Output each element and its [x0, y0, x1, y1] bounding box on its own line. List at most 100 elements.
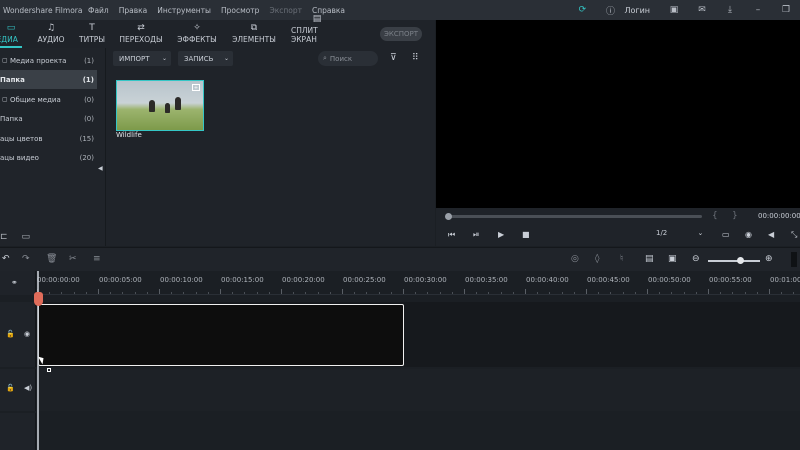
ruler-minor-tick [598, 292, 600, 294]
scrubber-knob[interactable] [445, 213, 452, 220]
preview-panel: { } 00:00:00:00 ⏮ ⏯ ▶ ■ 1/2 ⌄ ▭ ◉ ◀ ⤡ [436, 20, 800, 246]
add-to-timeline-icon[interactable]: + [192, 84, 200, 91]
delete-icon[interactable]: 🗑 [46, 254, 57, 264]
timeline-clip[interactable] [38, 304, 404, 366]
audio-track-header: 🔓 ◀) [0, 369, 36, 411]
sidebar-item-shared-folder[interactable]: Папка (0) [0, 109, 97, 128]
time-ruler[interactable]: 00:00:00:00 00:00:05:00 00:00:10:00 00:0… [36, 271, 800, 295]
menu-file[interactable]: Файл [88, 6, 109, 15]
folder-icon[interactable]: ▭ [22, 232, 31, 242]
tab-elements[interactable]: ⧉ ЭЛЕМЕНТЫ [232, 20, 276, 48]
sidebar-footer: ⊏ ▭ [0, 232, 30, 242]
ruler-minor-tick [378, 292, 380, 294]
headset-icon[interactable]: ⟳ [568, 5, 596, 15]
collapse-arrow-icon: ▢ [2, 96, 8, 103]
info-icon[interactable]: ⓘ [596, 4, 624, 17]
sidebar-item-folder[interactable]: Папка (1) [0, 70, 97, 89]
menu-view[interactable]: Просмотр [221, 6, 260, 15]
speaker-icon[interactable]: ◀) [24, 384, 32, 392]
minimize-icon[interactable]: – [744, 5, 772, 15]
sidebar-item-shared-media[interactable]: ▢ Общие медиа (0) [0, 90, 97, 109]
empty-track[interactable] [36, 413, 800, 450]
preview-timecode: 00:00:00:00 [758, 212, 800, 220]
adjust-icon[interactable]: ≡ [93, 254, 101, 264]
menu-edit[interactable]: Правка [119, 6, 148, 15]
save-icon[interactable]: ▣ [660, 5, 688, 15]
tab-titles[interactable]: T ТИТРЫ [78, 20, 106, 48]
titlebar-actions: ⟳ ⓘ Логин ▣ ✉ ⤓ – ❐ [568, 0, 800, 20]
ruler-label: 00:00:45:00 [587, 276, 630, 284]
mail-icon[interactable]: ✉ [688, 5, 716, 15]
snapshot-icon[interactable]: ◉ [745, 230, 752, 239]
ruler-major-tick [586, 289, 587, 294]
ruler-minor-tick [781, 292, 783, 294]
stop-icon[interactable]: ■ [522, 230, 530, 239]
zoom-out-icon[interactable]: ⊖ [692, 254, 700, 264]
tab-media-label: МЕДИА [0, 35, 18, 44]
zoom-in-icon[interactable]: ⊕ [765, 254, 773, 264]
eye-icon[interactable]: ◉ [24, 330, 30, 338]
ruler-minor-tick [171, 292, 173, 294]
ruler-label: 00:00:00:00 [37, 276, 80, 284]
import-dropdown[interactable]: ИМПОРТ ⌄ [113, 51, 171, 66]
ruler-minor-tick [61, 292, 63, 294]
volume-icon[interactable]: ◀ [768, 230, 774, 239]
download-icon[interactable]: ⤓ [716, 5, 744, 15]
preview-scrubber[interactable] [445, 213, 702, 220]
zoom-slider-knob[interactable] [737, 257, 744, 264]
login-button[interactable]: Логин [624, 6, 650, 15]
sidebar-item-video-samples[interactable]: ацы видео (20) [0, 148, 97, 167]
play-icon[interactable]: ▶ [498, 230, 504, 239]
undo-icon[interactable]: ↶ [2, 254, 10, 264]
tab-transitions[interactable]: ⇄ ПЕРЕХОДЫ [119, 20, 162, 48]
media-thumbnail[interactable]: + [116, 80, 204, 131]
marker-icon[interactable]: ◊ [595, 254, 599, 264]
timeline-settings-header: ⚭ [0, 271, 36, 295]
audio-track[interactable] [36, 369, 800, 411]
playhead-handle[interactable] [34, 292, 43, 306]
lock-icon[interactable]: 🔓 [6, 384, 15, 392]
sidebar-item-color-samples[interactable]: ацы цветов (15) [0, 129, 97, 148]
step-back-icon[interactable]: ⏯ [473, 230, 479, 240]
ruler-minor-tick [329, 292, 331, 294]
filter-icon[interactable]: ⊽ [390, 53, 397, 63]
zoom-slider[interactable] [708, 260, 760, 262]
search-input[interactable]: ⌕ Поиск [318, 51, 378, 66]
video-track-header: 🔓 ◉ [0, 302, 36, 367]
ruler-minor-tick [390, 292, 392, 294]
mixer-icon[interactable]: ▤ [645, 254, 654, 264]
microphone-icon[interactable]: ♮ [620, 254, 623, 264]
render-icon[interactable]: ◎ [571, 254, 579, 264]
cut-icon[interactable]: ✂ [69, 254, 77, 264]
text-icon: T [89, 23, 95, 33]
monitor-icon[interactable]: ▭ [722, 230, 730, 239]
tab-split-screen-label: СПЛИТ ЭКРАН [291, 26, 318, 44]
lock-icon[interactable]: 🔓 [6, 330, 15, 338]
new-folder-icon[interactable]: ⊏ [0, 232, 8, 242]
ruler-minor-tick [561, 292, 563, 294]
ruler-label: 00:00:10:00 [160, 276, 203, 284]
tab-effects[interactable]: ✧ ЭФФЕКТЫ [177, 20, 216, 48]
preview-ratio[interactable]: 1/2 ⌄ [656, 229, 703, 237]
mark-in-icon[interactable]: { [712, 211, 718, 221]
ruler-minor-tick [622, 292, 624, 294]
link-icon[interactable]: ⚭ [11, 278, 18, 287]
menu-export[interactable]: Экспорт [269, 6, 302, 15]
export-button[interactable]: ЭКСПОРТ [380, 27, 422, 41]
tab-media[interactable]: ▭ МЕДИА [0, 20, 22, 48]
fullscreen-icon[interactable]: ⤡ [791, 230, 797, 240]
grid-view-icon[interactable]: ⠿ [412, 53, 419, 63]
snapshot-icon[interactable]: ▣ [668, 254, 677, 264]
rewind-icon[interactable]: ⏮ [448, 230, 455, 240]
tab-split-screen[interactable]: ▤ СПЛИТ ЭКРАН [291, 14, 343, 48]
ruler-label: 00:00:50:00 [648, 276, 691, 284]
redo-icon[interactable]: ↷ [22, 254, 30, 264]
menu-tools[interactable]: Инструменты [157, 6, 211, 15]
restore-icon[interactable]: ❐ [772, 5, 800, 15]
record-dropdown[interactable]: ЗАПИСЬ ⌄ [178, 51, 233, 66]
sidebar-item-project-media[interactable]: ▢ Медиа проекта (1) [0, 51, 97, 70]
mark-out-icon[interactable]: } [732, 211, 738, 221]
collapse-sidebar-icon[interactable]: ◀ [98, 165, 104, 172]
panel-divider [791, 252, 797, 267]
tab-audio[interactable]: ♫ АУДИО [36, 20, 66, 48]
